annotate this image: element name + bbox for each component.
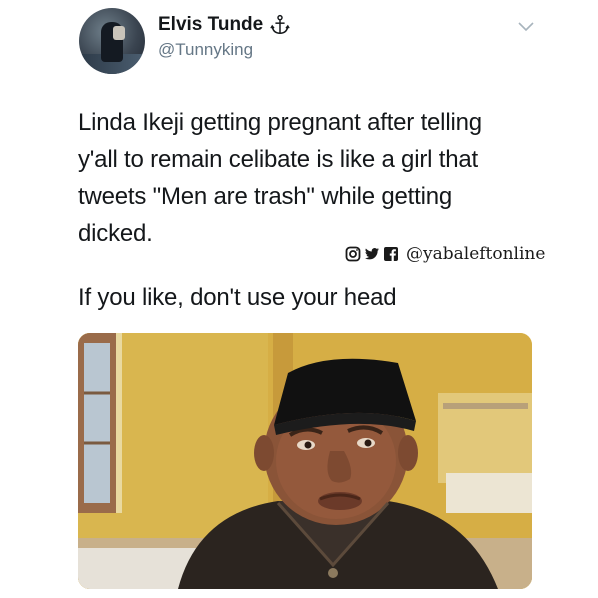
tweet-text: Linda Ikeji getting pregnant after telli… [78,109,482,247]
author-name-row: Elvis Tunde [158,14,291,36]
watermark: @yabaleftonline [345,244,545,264]
user-handle[interactable]: @Tunnyking [158,40,253,60]
instagram-icon [345,246,361,262]
twitter-icon [364,246,380,262]
tweet-reply-text: If you like, don't use your head [78,284,397,311]
tweet-media-image[interactable] [78,333,532,589]
facebook-icon [383,246,399,262]
display-name[interactable]: Elvis Tunde [158,14,263,36]
avatar[interactable] [79,8,145,74]
watermark-handle: @yabaleftonline [406,244,546,264]
chevron-down-icon[interactable] [516,20,536,34]
anchor-icon [269,14,291,36]
